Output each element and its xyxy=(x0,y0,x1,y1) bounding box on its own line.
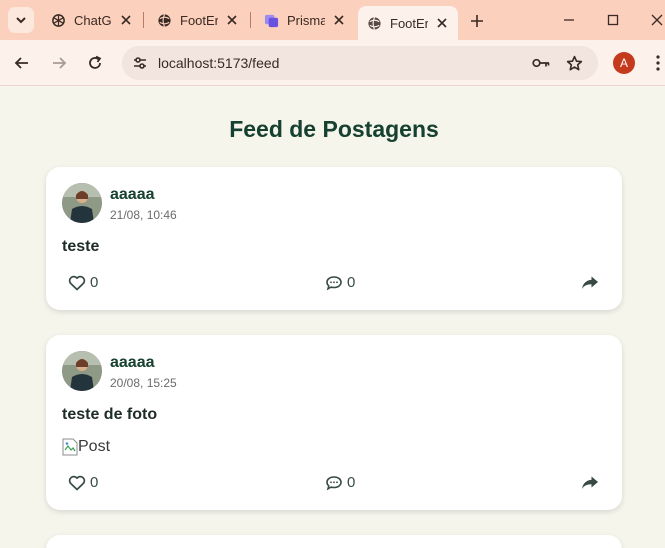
close-icon[interactable] xyxy=(118,12,134,28)
reload-button[interactable] xyxy=(83,51,107,75)
post-timestamp: 20/08, 15:25 xyxy=(110,376,177,390)
post-card: aaaaa 20/08, 15:25 teste de foto Post 0 … xyxy=(46,335,622,510)
share-icon xyxy=(582,276,598,289)
address-bar[interactable]: localhost:5173/feed xyxy=(122,46,598,80)
maximize-icon xyxy=(607,14,619,26)
post-author[interactable]: aaaaa xyxy=(110,354,155,372)
forward-button[interactable] xyxy=(47,51,71,75)
arrow-right-icon xyxy=(53,57,67,69)
globe-icon xyxy=(366,15,382,31)
post-card: aaaaa 21/08, 10:46 teste 0 0 xyxy=(46,167,622,310)
comment-button[interactable]: 0 xyxy=(325,274,355,291)
new-tab-button[interactable] xyxy=(466,10,488,32)
close-icon[interactable] xyxy=(224,12,240,28)
tab-divider xyxy=(250,12,251,28)
plus-icon xyxy=(471,15,483,27)
like-button[interactable]: 0 xyxy=(68,474,98,491)
browser-tab-strip: ChatGPT FootEra Prisma FootEra xyxy=(0,0,665,40)
tab-chatgpt[interactable]: ChatGPT xyxy=(42,7,142,34)
share-button[interactable] xyxy=(580,274,600,292)
comment-icon xyxy=(326,275,342,290)
chevron-down-icon xyxy=(16,17,26,24)
reload-icon xyxy=(89,55,102,69)
like-button[interactable]: 0 xyxy=(68,274,98,291)
bookmark-star-icon[interactable] xyxy=(565,54,583,72)
maximize-button[interactable] xyxy=(602,10,624,30)
avatar[interactable] xyxy=(62,351,102,391)
tab-prisma[interactable]: Prisma xyxy=(255,7,355,34)
globe-icon xyxy=(156,13,172,29)
post-card xyxy=(46,535,622,548)
close-icon[interactable] xyxy=(331,12,347,28)
post-timestamp: 21/08, 10:46 xyxy=(110,208,177,222)
comment-count: 0 xyxy=(347,274,356,291)
tab-footera-active[interactable]: FootEra xyxy=(358,6,458,40)
minimize-button[interactable] xyxy=(558,10,580,30)
post-text: teste xyxy=(62,238,100,255)
minimize-icon xyxy=(564,19,574,21)
site-info-icon[interactable] xyxy=(131,54,149,72)
tab-divider xyxy=(143,12,144,28)
like-count: 0 xyxy=(90,474,99,491)
avatar[interactable] xyxy=(62,183,102,223)
like-count: 0 xyxy=(90,274,99,291)
profile-avatar[interactable]: A xyxy=(613,52,635,74)
close-icon[interactable] xyxy=(434,15,450,31)
more-vertical-icon xyxy=(656,55,660,71)
close-window-button[interactable] xyxy=(646,10,665,30)
back-button[interactable] xyxy=(10,51,34,75)
image-alt-text: Post xyxy=(78,438,111,455)
prisma-icon xyxy=(263,13,279,29)
comment-icon xyxy=(326,475,342,490)
comment-count: 0 xyxy=(347,474,356,491)
password-key-icon[interactable] xyxy=(532,54,550,72)
broken-image-icon xyxy=(62,438,78,456)
share-button[interactable] xyxy=(580,474,600,492)
arrow-left-icon xyxy=(14,57,28,69)
post-text: teste de foto xyxy=(62,406,158,423)
comment-button[interactable]: 0 xyxy=(325,474,355,491)
browser-menu-button[interactable] xyxy=(650,52,665,74)
heart-icon xyxy=(68,475,86,490)
heart-icon xyxy=(68,275,86,290)
share-icon xyxy=(582,476,598,489)
tab-search-button[interactable] xyxy=(8,7,34,33)
url-text: localhost:5173/feed xyxy=(158,55,280,71)
post-image[interactable]: Post xyxy=(62,438,110,456)
close-icon xyxy=(651,14,663,26)
browser-toolbar: localhost:5173/feed A xyxy=(0,40,665,86)
tab-footera[interactable]: FootEra xyxy=(148,7,248,34)
post-author[interactable]: aaaaa xyxy=(110,186,155,204)
page-title: Feed de Postagens xyxy=(229,116,439,142)
openai-icon xyxy=(50,13,66,29)
